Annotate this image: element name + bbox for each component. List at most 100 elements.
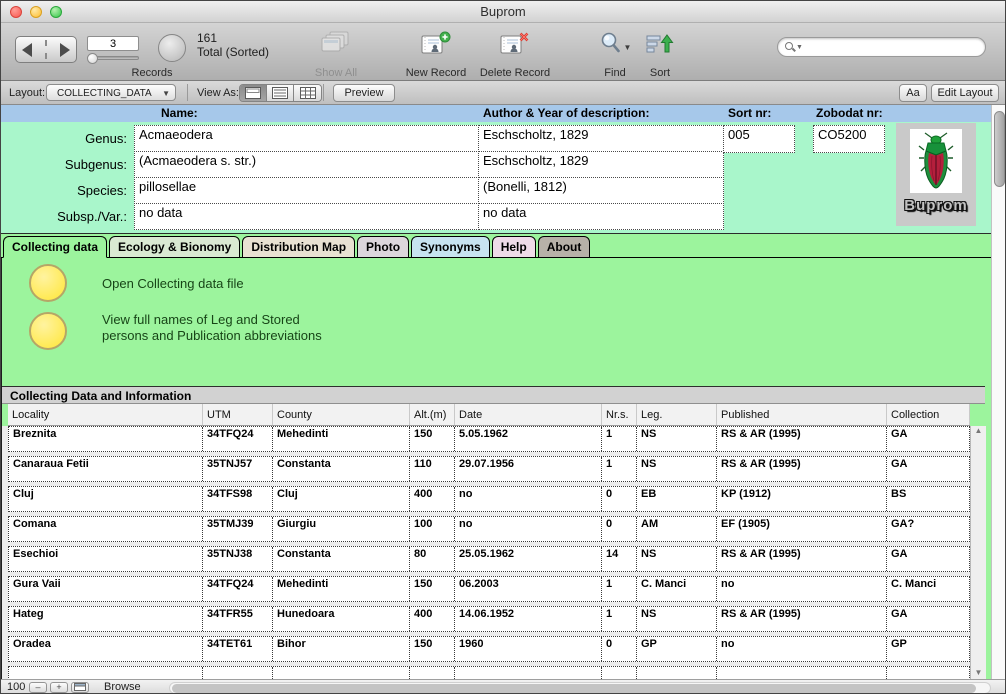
subsp-author-field[interactable]: no data bbox=[478, 203, 724, 230]
table-cell[interactable]: C. Manci bbox=[637, 577, 717, 601]
table-cell[interactable]: NS bbox=[637, 457, 717, 481]
table-cell[interactable]: 35TMJ39 bbox=[203, 517, 273, 541]
tab-synonyms[interactable]: Synonyms bbox=[411, 236, 490, 258]
table-cell[interactable]: RS & AR (1995) bbox=[717, 427, 887, 451]
found-set-dial[interactable] bbox=[158, 34, 186, 62]
table-cell[interactable]: 150 bbox=[410, 637, 455, 661]
table-cell[interactable]: 06.2003 bbox=[455, 577, 602, 601]
table-cell[interactable]: AM bbox=[637, 517, 717, 541]
species-author-field[interactable]: (Bonelli, 1812) bbox=[478, 177, 724, 204]
tab-about[interactable]: About bbox=[538, 236, 591, 258]
table-cell[interactable]: KP (1912) bbox=[717, 487, 887, 511]
zoom-in-button[interactable]: + bbox=[50, 682, 68, 693]
table-cell[interactable]: RS & AR (1995) bbox=[717, 457, 887, 481]
preview-button[interactable]: Preview bbox=[333, 84, 395, 102]
zoom-out-button[interactable]: – bbox=[29, 682, 47, 693]
next-record-icon[interactable] bbox=[60, 43, 70, 57]
table-view-button[interactable] bbox=[294, 85, 321, 101]
table-cell[interactable]: GA? bbox=[887, 517, 970, 541]
record-navigation-book[interactable] bbox=[15, 36, 77, 63]
open-collecting-data-button[interactable] bbox=[29, 264, 67, 302]
record-slider[interactable] bbox=[87, 56, 139, 60]
table-cell[interactable]: Bihor bbox=[273, 637, 410, 661]
table-cell[interactable]: 1 bbox=[602, 427, 637, 451]
table-cell[interactable]: 0 bbox=[602, 487, 637, 511]
table-cell[interactable]: 150 bbox=[410, 427, 455, 451]
genus-field[interactable]: Acmaeodera bbox=[134, 125, 479, 152]
table-cell[interactable]: 400 bbox=[410, 487, 455, 511]
view-full-names-button[interactable] bbox=[29, 312, 67, 350]
table-cell[interactable]: 1 bbox=[602, 577, 637, 601]
subgenus-field[interactable]: (Acmaeodera s. str.) bbox=[134, 151, 479, 178]
table-cell[interactable]: Hateg bbox=[9, 607, 203, 631]
table-cell[interactable]: Constanta bbox=[273, 547, 410, 571]
table-cell[interactable]: C. Manci bbox=[887, 577, 970, 601]
table-cell[interactable] bbox=[887, 667, 970, 679]
table-cell[interactable]: Canaraua Fetii bbox=[9, 457, 203, 481]
table-cell[interactable] bbox=[637, 667, 717, 679]
table-cell[interactable]: 0 bbox=[602, 517, 637, 541]
layout-dropdown[interactable]: COLLECTING_DATA ▼ bbox=[46, 84, 176, 101]
table-cell[interactable]: GA bbox=[887, 547, 970, 571]
table-cell[interactable]: 5.05.1962 bbox=[455, 427, 602, 451]
window-vertical-scrollbar[interactable] bbox=[991, 105, 1006, 679]
table-cell[interactable] bbox=[602, 667, 637, 679]
table-cell[interactable]: 35TNJ57 bbox=[203, 457, 273, 481]
table-cell[interactable]: 34TFQ24 bbox=[203, 577, 273, 601]
vertical-scrollbar-thumb[interactable] bbox=[994, 111, 1005, 187]
search-input[interactable] bbox=[805, 40, 979, 54]
table-cell[interactable]: 1 bbox=[602, 457, 637, 481]
table-cell[interactable]: Hunedoara bbox=[273, 607, 410, 631]
table-cell[interactable]: no bbox=[717, 637, 887, 661]
show-all-button[interactable]: Show All bbox=[301, 31, 371, 79]
genus-author-field[interactable]: Eschscholtz, 1829 bbox=[478, 125, 724, 152]
table-cell[interactable]: 1 bbox=[602, 607, 637, 631]
table-cell[interactable]: 34TFQ24 bbox=[203, 427, 273, 451]
table-cell[interactable]: Esechioi bbox=[9, 547, 203, 571]
table-cell[interactable]: Oradea bbox=[9, 637, 203, 661]
table-cell[interactable]: Gura Vaii bbox=[9, 577, 203, 601]
text-formatting-button[interactable]: Aa bbox=[899, 84, 927, 102]
table-cell[interactable]: 34TFR55 bbox=[203, 607, 273, 631]
table-cell[interactable]: RS & AR (1995) bbox=[717, 607, 887, 631]
delete-record-button[interactable]: Delete Record bbox=[473, 31, 557, 79]
sort-button[interactable]: Sort bbox=[637, 31, 683, 79]
subgenus-author-field[interactable]: Eschscholtz, 1829 bbox=[478, 151, 724, 178]
table-cell[interactable]: GA bbox=[887, 427, 970, 451]
table-cell[interactable]: GP bbox=[637, 637, 717, 661]
table-cell[interactable]: Giurgiu bbox=[273, 517, 410, 541]
current-record-input[interactable] bbox=[87, 36, 139, 51]
table-cell[interactable]: 35TNJ38 bbox=[203, 547, 273, 571]
table-cell[interactable]: 110 bbox=[410, 457, 455, 481]
table-cell[interactable]: Cluj bbox=[9, 487, 203, 511]
table-cell[interactable]: 25.05.1962 bbox=[455, 547, 602, 571]
tab-photo[interactable]: Photo bbox=[357, 236, 409, 258]
table-cell[interactable]: 34TFS98 bbox=[203, 487, 273, 511]
table-cell[interactable] bbox=[410, 667, 455, 679]
table-cell[interactable]: RS & AR (1995) bbox=[717, 547, 887, 571]
table-cell[interactable]: NS bbox=[637, 547, 717, 571]
table-cell[interactable]: NS bbox=[637, 427, 717, 451]
edit-layout-button[interactable]: Edit Layout bbox=[931, 84, 999, 102]
table-scrollbar[interactable]: ▲ ▼ bbox=[970, 426, 986, 679]
table-cell[interactable]: Breznita bbox=[9, 427, 203, 451]
record-slider-thumb[interactable] bbox=[87, 53, 98, 64]
table-cell[interactable]: no bbox=[717, 577, 887, 601]
table-cell[interactable]: GP bbox=[887, 637, 970, 661]
table-cell[interactable]: Mehedinti bbox=[273, 577, 410, 601]
table-cell[interactable]: Cluj bbox=[273, 487, 410, 511]
table-cell[interactable]: Comana bbox=[9, 517, 203, 541]
table-cell[interactable]: Mehedinti bbox=[273, 427, 410, 451]
horizontal-scrollbar-thumb[interactable] bbox=[172, 684, 976, 693]
form-view-button[interactable] bbox=[240, 85, 267, 101]
table-cell[interactable]: no bbox=[455, 487, 602, 511]
new-record-button[interactable]: New Record bbox=[399, 31, 473, 79]
horizontal-scrollbar[interactable] bbox=[169, 682, 991, 694]
table-cell[interactable]: 0 bbox=[602, 637, 637, 661]
table-cell[interactable]: 100 bbox=[410, 517, 455, 541]
table-cell[interactable]: 1960 bbox=[455, 637, 602, 661]
status-area-toggle-button[interactable] bbox=[71, 682, 89, 693]
table-cell[interactable]: 150 bbox=[410, 577, 455, 601]
find-button[interactable]: ▼ Find bbox=[589, 31, 641, 79]
sort-nr-field[interactable]: 005 bbox=[723, 125, 795, 153]
